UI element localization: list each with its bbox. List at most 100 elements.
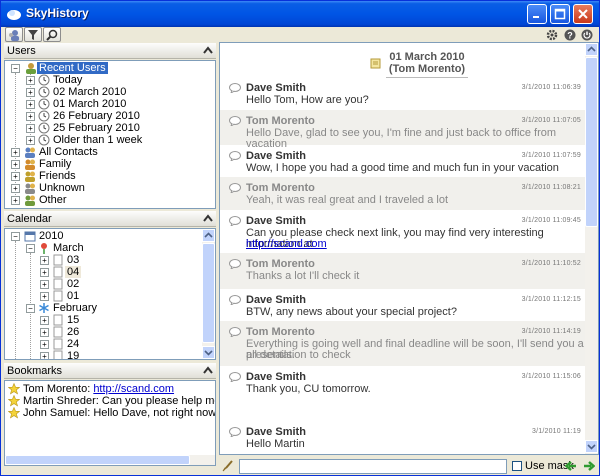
expand-toggle[interactable]: + <box>26 136 35 145</box>
tree-label: Older than 1 week <box>53 134 143 146</box>
expand-toggle[interactable]: + <box>11 160 20 169</box>
chat-message[interactable]: Dave Smith 3/1/2010 11:15:06 Thank you, CU… <box>220 366 586 410</box>
scroll-up-button[interactable] <box>202 229 215 242</box>
maximize-icon <box>554 8 566 20</box>
message-timestamp: 3/1/2010 11:07:59 <box>521 152 581 159</box>
filter-icon <box>28 30 38 40</box>
expand-toggle[interactable]: + <box>26 112 35 121</box>
expand-toggle[interactable]: + <box>40 268 49 277</box>
clock-icon <box>38 122 50 134</box>
bookmark-text: Martin Shreder: Can you please help me, … <box>23 395 215 407</box>
collapse-toggle[interactable]: − <box>26 304 35 313</box>
help-icon[interactable]: ? <box>564 29 576 41</box>
collapse-chevron-icon[interactable] <box>203 214 213 222</box>
expand-toggle[interactable]: + <box>40 328 49 337</box>
snowflake-icon <box>39 303 49 313</box>
expand-toggle[interactable]: + <box>26 88 35 97</box>
close-button[interactable] <box>573 4 593 24</box>
scroll-up-button[interactable] <box>585 43 598 56</box>
chat-bubble-icon <box>229 216 241 226</box>
collapse-toggle[interactable]: − <box>11 232 20 241</box>
chat-message[interactable]: Tom Morento 3/1/2010 11:14:19 Everything i… <box>220 321 586 366</box>
users-icon <box>9 30 19 41</box>
chat-message[interactable]: Tom Morento 3/1/2010 11:08:21 Yeah, it was… <box>220 177 586 210</box>
expand-toggle[interactable]: + <box>11 148 20 157</box>
filter-tool-button[interactable] <box>24 27 42 42</box>
expand-toggle[interactable]: + <box>40 316 49 325</box>
search-tool-button[interactable] <box>43 27 61 42</box>
gear-icon[interactable] <box>546 29 558 41</box>
chat-message[interactable]: Dave Smith 3/1/2010 11:09:45 Can you pleas… <box>220 210 586 253</box>
bookmark-author: Martin Shreder: <box>23 395 99 407</box>
message-link[interactable]: http://scand.com <box>246 239 327 250</box>
message-text: Thank you, CU tomorrow. <box>246 383 371 395</box>
chat-message[interactable]: Tom Morento 3/1/2010 11:07:05 Hello Dave, … <box>220 110 586 150</box>
bookmarks-list: Tom Morento: http://scand.com Martin Shre… <box>4 380 216 466</box>
expand-toggle[interactable]: + <box>26 124 35 133</box>
expand-toggle[interactable]: + <box>40 352 49 359</box>
page-icon <box>53 266 63 278</box>
clock-icon <box>38 86 50 98</box>
use-mask-checkbox[interactable] <box>512 461 522 471</box>
chat-message[interactable]: Dave Smith 3/1/2010 11:07:59 Wow, I hope y… <box>220 145 586 177</box>
message-text: Hello Tom, How are you? <box>246 94 369 106</box>
maximize-button[interactable] <box>550 4 570 24</box>
expand-toggle[interactable]: + <box>40 256 49 265</box>
expand-toggle[interactable]: + <box>40 292 49 301</box>
expand-toggle[interactable]: + <box>11 184 20 193</box>
collapse-toggle[interactable]: − <box>26 244 35 253</box>
chat-bubble-icon <box>229 183 241 193</box>
message-author: Dave Smith <box>246 82 306 94</box>
page-icon <box>53 278 63 290</box>
users-panel-header[interactable]: Users <box>4 43 216 59</box>
contacts-group-icon <box>25 171 35 182</box>
chat-message[interactable]: Dave Smith 3/1/2010 11:12:15 BTW, any news… <box>220 289 586 321</box>
clock-icon <box>38 110 50 122</box>
tree-label-year: 2010 <box>39 230 64 242</box>
collapse-chevron-icon[interactable] <box>203 366 213 374</box>
search-input[interactable] <box>239 459 507 474</box>
chat-bubble-icon <box>229 116 241 126</box>
chat-message[interactable]: Dave Smith 3/1/2010 11:19 Hello Martin <box>220 421 586 454</box>
tree-label: 26 February 2010 <box>53 110 140 122</box>
expand-toggle[interactable]: + <box>40 280 49 289</box>
power-icon[interactable] <box>581 29 593 41</box>
message-text: Thanks a lot I'll check it <box>246 270 360 282</box>
chat-scrollbar[interactable] <box>585 43 598 454</box>
users-tree: − Recent Users + Today +02 March 2010 +01 M… <box>4 60 216 209</box>
brush-icon[interactable] <box>222 460 234 472</box>
bookmarks-h-scrollbar[interactable] <box>5 455 215 465</box>
star-icon <box>8 395 20 407</box>
tree-label: 02 <box>67 278 80 290</box>
collapse-chevron-icon[interactable] <box>203 46 213 54</box>
bookmark-author: John Samuel: <box>23 407 91 419</box>
expand-toggle[interactable]: + <box>40 340 49 349</box>
users-tool-button[interactable] <box>5 27 23 42</box>
chat-message[interactable]: Dave Smith 3/1/2010 11:06:39 Hello Tom, Ho… <box>220 77 586 110</box>
scroll-thumb[interactable] <box>202 243 215 343</box>
bookmark-link[interactable]: http://scand.com <box>93 383 174 395</box>
chat-message[interactable]: Tom Morento 3/1/2010 11:10:52 Thanks a lot… <box>220 253 586 289</box>
tree-label-recent-users: Recent Users <box>37 62 108 74</box>
scroll-down-button[interactable] <box>202 346 215 359</box>
calendar-panel-header[interactable]: Calendar <box>4 211 216 227</box>
minimize-button[interactable] <box>527 4 547 24</box>
chat-bubble-icon <box>229 372 241 382</box>
expand-toggle[interactable]: + <box>11 172 20 181</box>
page-icon <box>53 290 63 302</box>
calendar-scrollbar[interactable] <box>202 229 215 359</box>
expand-toggle[interactable]: + <box>11 196 20 205</box>
scroll-thumb[interactable] <box>5 455 190 465</box>
title-bar[interactable]: SkyHistory <box>1 1 599 27</box>
collapse-toggle[interactable]: − <box>11 64 20 73</box>
previous-arrow-icon[interactable] <box>565 460 577 472</box>
contacts-group-icon <box>25 147 35 158</box>
expand-toggle[interactable]: + <box>26 76 35 85</box>
chat-bubble-icon <box>229 259 241 269</box>
bookmarks-panel-header[interactable]: Bookmarks <box>4 363 216 379</box>
scroll-thumb[interactable] <box>585 57 598 227</box>
next-arrow-icon[interactable] <box>583 460 595 472</box>
tree-label: 04 <box>65 266 82 278</box>
expand-toggle[interactable]: + <box>26 100 35 109</box>
scroll-down-button[interactable] <box>585 440 598 453</box>
